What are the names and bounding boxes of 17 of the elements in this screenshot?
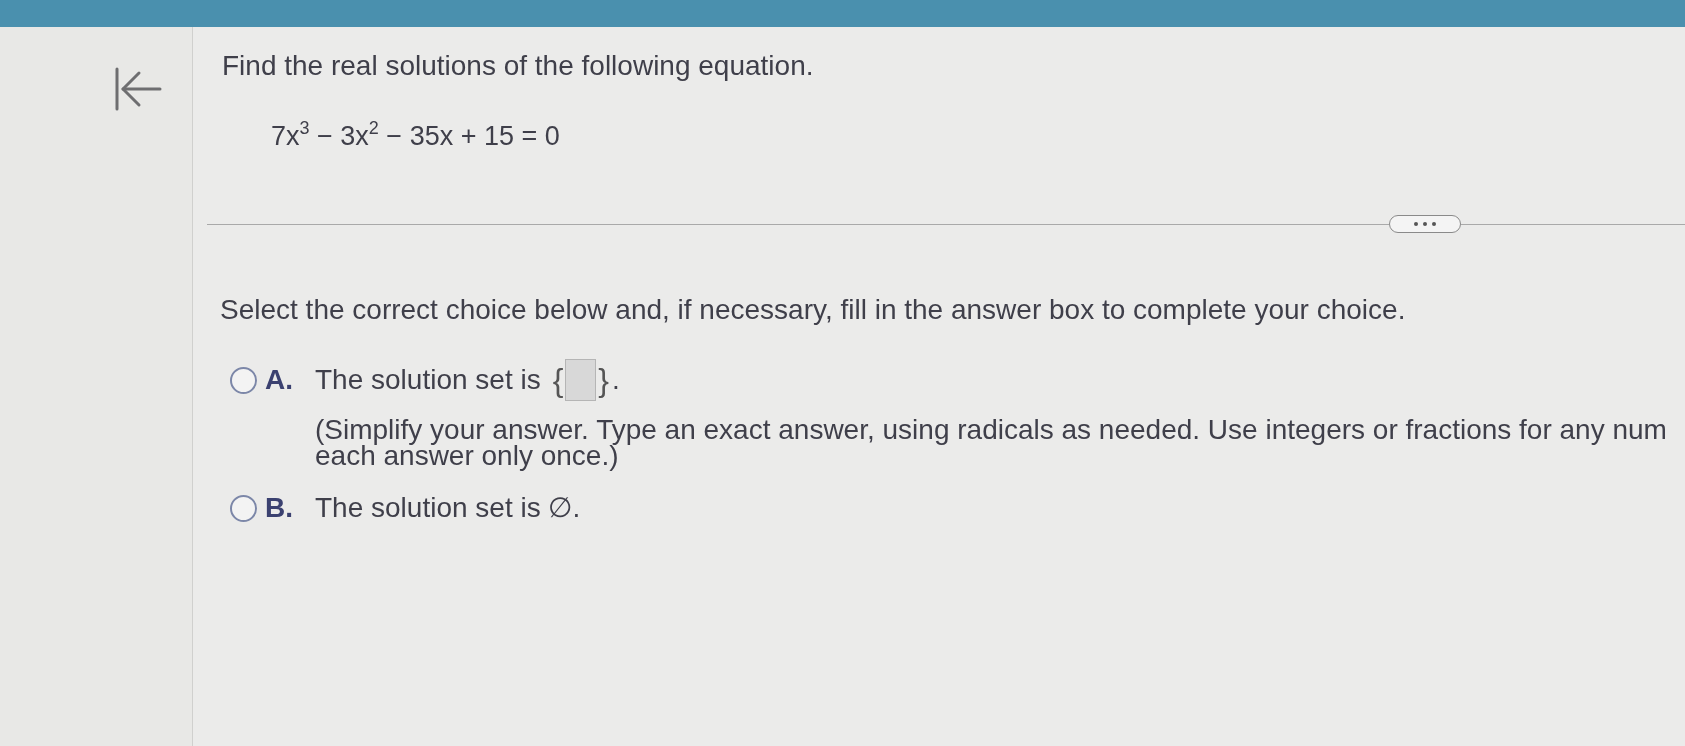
instruction-text: Select the correct choice below and, if necessary, fill in the answer box to complete your choice. <box>219 293 1407 327</box>
answer-box[interactable] <box>565 359 597 401</box>
choice-text: The solution set is <box>315 363 541 397</box>
choice-letter: A. <box>265 363 294 397</box>
equation-text: 7x$^{3}$ − 3x$^{2}$ − 35x + 15 = 0 <box>270 119 561 153</box>
radio-button[interactable] <box>230 366 257 394</box>
more-button[interactable] <box>1389 215 1461 233</box>
set-brace: } <box>598 361 610 400</box>
hint-text: (Simplify your answer. Type an exact answer, using radicals as needed. Use integers or fractions for any num each answer only once.) <box>314 417 1668 469</box>
choice-text: The solution set is ∅. <box>315 491 581 525</box>
question-prompt: Find the real solutions of the following equation. <box>221 49 815 83</box>
period-text: . <box>612 363 620 397</box>
set-brace: { <box>552 361 564 400</box>
back-button[interactable] <box>114 67 162 111</box>
radio-button[interactable] <box>230 494 257 522</box>
choice-letter: B. <box>265 491 294 525</box>
ellipsis-icon <box>1414 222 1436 226</box>
